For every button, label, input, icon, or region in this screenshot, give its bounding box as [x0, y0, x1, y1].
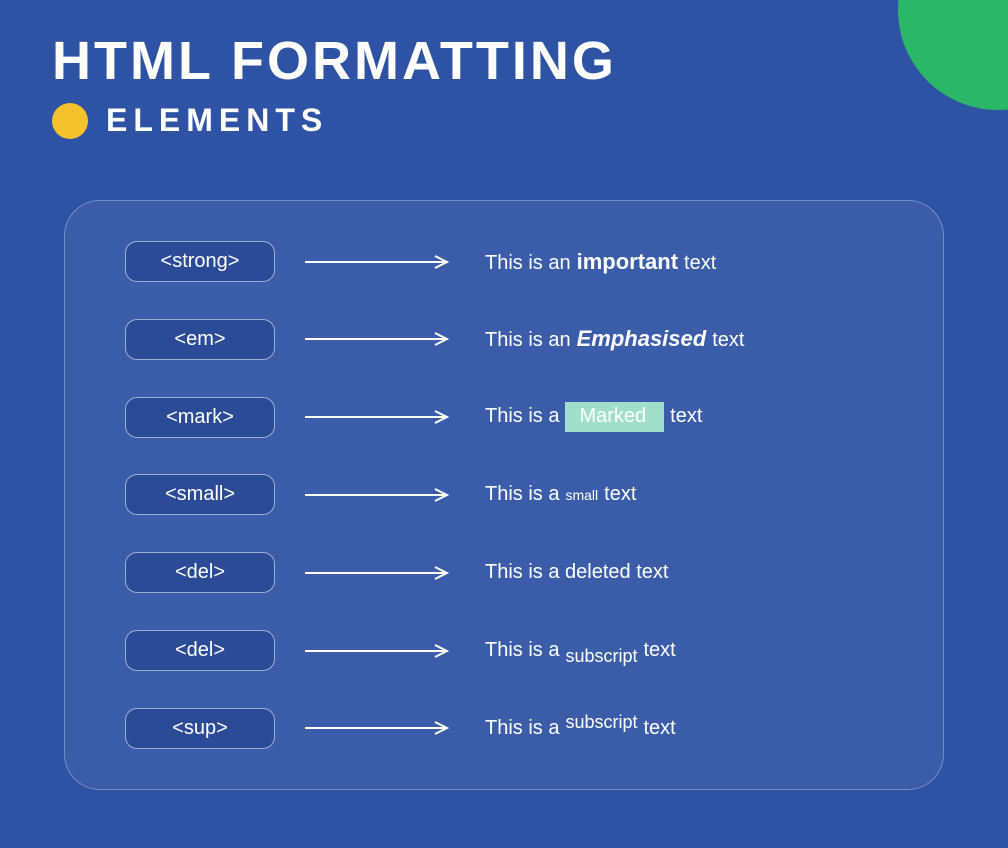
bullet-dot-icon [52, 103, 88, 139]
page-subtitle: ELEMENTS [106, 102, 328, 139]
arrow-icon [305, 488, 455, 502]
example-prefix: This is an [485, 329, 571, 352]
tag-em: <em> [125, 319, 275, 360]
row-sup: <sup> This is a subscript text [125, 708, 903, 749]
subtitle-row: ELEMENTS [52, 102, 617, 139]
row-del: <del> This is a deleted text [125, 552, 903, 593]
tag-del-2: <del> [125, 630, 275, 671]
example-prefix: This is a [485, 639, 559, 662]
tag-strong: <strong> [125, 241, 275, 282]
elements-card: <strong> This is an important text <em> … [64, 200, 944, 790]
row-strong: <strong> This is an important text [125, 241, 903, 282]
example-prefix: This is a deleted text [485, 561, 668, 584]
header: HTML FORMATTING ELEMENTS [52, 30, 617, 139]
example-effect: Marked [565, 402, 664, 432]
example-effect: subscript [565, 712, 637, 733]
example-effect: subscript [565, 646, 637, 667]
arrow-icon [305, 566, 455, 580]
example-prefix: This is a [485, 405, 559, 428]
row-em: <em> This is an Emphasised text [125, 319, 903, 360]
example-suffix: text [644, 717, 676, 740]
tag-sup: <sup> [125, 708, 275, 749]
corner-decoration [898, 0, 1008, 110]
arrow-icon [305, 255, 455, 269]
example-suffix: text [712, 329, 744, 352]
example-mark: This is a Marked text [485, 402, 903, 432]
page-title: HTML FORMATTING [52, 30, 617, 92]
example-small: This is a small text [485, 483, 903, 506]
example-suffix: text [604, 483, 636, 506]
example-prefix: This is a [485, 717, 559, 740]
arrow-icon [305, 332, 455, 346]
example-suffix: text [684, 252, 716, 275]
example-prefix: This is an [485, 252, 571, 275]
example-sub: This is a subscript text [485, 639, 903, 662]
row-mark: <mark> This is a Marked text [125, 397, 903, 438]
example-del: This is a deleted text [485, 561, 903, 584]
example-suffix: text [644, 639, 676, 662]
example-effect: important [577, 249, 678, 275]
row-small: <small> This is a small text [125, 474, 903, 515]
example-strong: This is an important text [485, 249, 903, 275]
tag-small: <small> [125, 474, 275, 515]
example-effect: Emphasised [577, 326, 707, 352]
row-sub: <del> This is a subscript text [125, 630, 903, 671]
arrow-icon [305, 721, 455, 735]
example-sup: This is a subscript text [485, 717, 903, 740]
example-prefix: This is a [485, 483, 559, 506]
tag-mark: <mark> [125, 397, 275, 438]
arrow-icon [305, 410, 455, 424]
example-effect: small [565, 487, 598, 503]
tag-del: <del> [125, 552, 275, 593]
arrow-icon [305, 644, 455, 658]
example-suffix: text [670, 405, 702, 428]
example-em: This is an Emphasised text [485, 326, 903, 352]
